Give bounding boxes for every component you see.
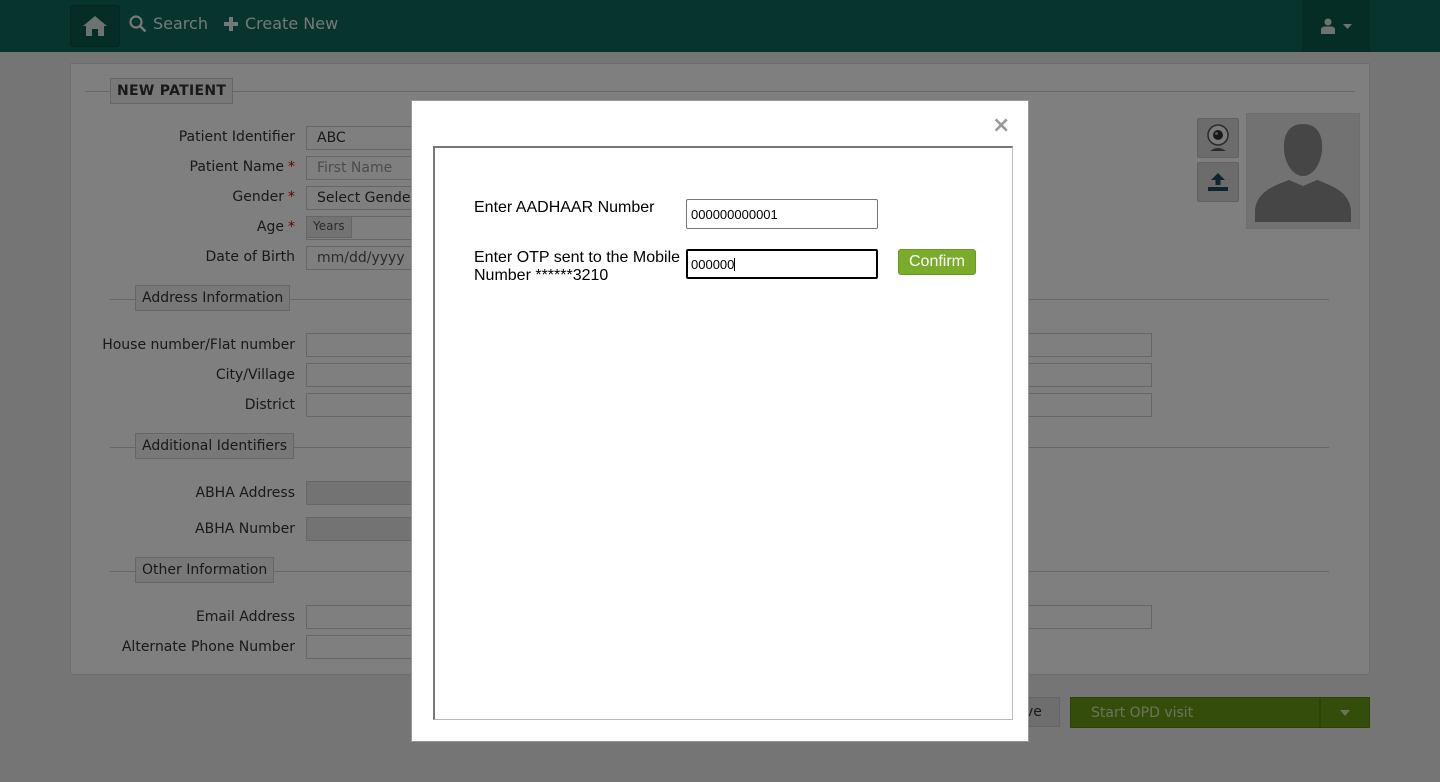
otp-label: Enter OTP sent to the Mobile Number ****… xyxy=(474,249,681,284)
text-cursor xyxy=(734,258,736,271)
aadhaar-form-frame: Enter AADHAAR Number 000000000001 Enter … xyxy=(433,146,1013,720)
otp-input[interactable]: 000000 xyxy=(686,249,878,279)
aadhaar-number-input[interactable]: 000000000001 xyxy=(686,199,878,229)
aadhaar-number-label: Enter AADHAAR Number xyxy=(474,199,655,216)
confirm-button[interactable]: Confirm xyxy=(898,249,976,275)
close-icon[interactable]: × xyxy=(992,115,1010,137)
aadhaar-verification-dialog: × Enter AADHAAR Number 000000000001 Ente… xyxy=(411,100,1029,742)
